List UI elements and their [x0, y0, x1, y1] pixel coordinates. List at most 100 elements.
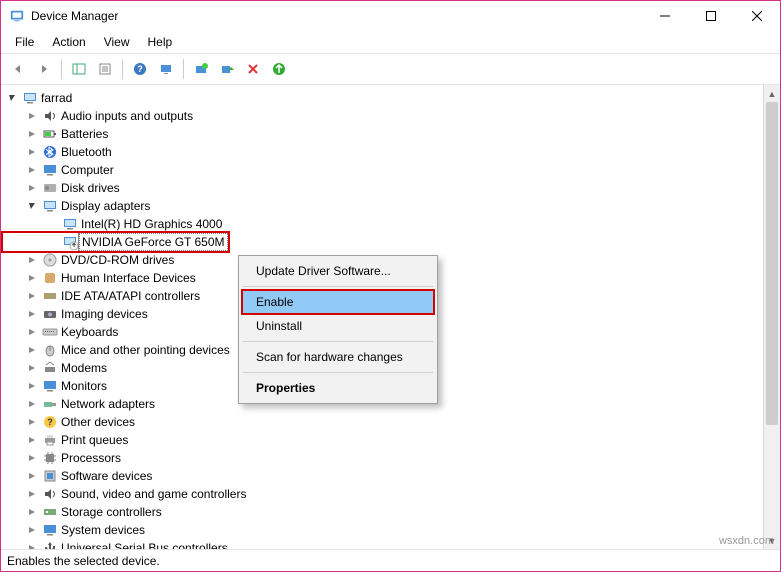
- content-area: farrad Audio inputs and outputs Batterie…: [1, 85, 780, 549]
- menu-help[interactable]: Help: [140, 33, 181, 51]
- expand-icon[interactable]: [27, 111, 41, 121]
- context-enable[interactable]: Enable: [242, 290, 434, 314]
- help-button[interactable]: ?: [129, 58, 151, 80]
- context-scan[interactable]: Scan for hardware changes: [242, 345, 434, 369]
- context-update-driver[interactable]: Update Driver Software...: [242, 259, 434, 283]
- expand-icon[interactable]: [27, 273, 41, 283]
- toolbar-separator: [122, 59, 123, 79]
- expand-icon[interactable]: [27, 255, 41, 265]
- other-icon: ?: [41, 414, 59, 430]
- tree-item-display-adapters[interactable]: Display adapters: [3, 197, 761, 215]
- tree-item-label: Mice and other pointing devices: [59, 342, 232, 358]
- tree-item-audio[interactable]: Audio inputs and outputs: [3, 107, 761, 125]
- tree-item-usb[interactable]: Universal Serial Bus controllers: [3, 539, 761, 549]
- tree-item-software[interactable]: Software devices: [3, 467, 761, 485]
- expand-icon[interactable]: [27, 309, 41, 319]
- software-icon: [41, 468, 59, 484]
- expand-icon[interactable]: [27, 129, 41, 139]
- monitor-icon: [41, 378, 59, 394]
- svg-text:?: ?: [137, 64, 143, 74]
- collapse-icon[interactable]: [27, 201, 41, 211]
- svg-text:?: ?: [47, 417, 53, 427]
- expand-icon[interactable]: [27, 399, 41, 409]
- uninstall-button[interactable]: [242, 58, 264, 80]
- tree-item-nvidia-gt650m[interactable]: NVIDIA GeForce GT 650M: [3, 233, 228, 251]
- enable-device-button[interactable]: [216, 58, 238, 80]
- processor-icon: [41, 450, 59, 466]
- menu-view[interactable]: View: [96, 33, 138, 51]
- expand-icon[interactable]: [27, 417, 41, 427]
- context-uninstall[interactable]: Uninstall: [242, 314, 434, 338]
- show-hide-tree-button[interactable]: [68, 58, 90, 80]
- tree-item-computer[interactable]: Computer: [3, 161, 761, 179]
- back-button[interactable]: [7, 58, 29, 80]
- tree-item-intel-graphics[interactable]: Intel(R) HD Graphics 4000: [3, 215, 761, 233]
- expand-icon[interactable]: [27, 471, 41, 481]
- expand-icon[interactable]: [27, 543, 41, 549]
- tree-item-label: Processors: [59, 450, 123, 466]
- tree-item-bluetooth[interactable]: Bluetooth: [3, 143, 761, 161]
- expand-icon[interactable]: [27, 507, 41, 517]
- context-menu: Update Driver Software... Enable Uninsta…: [238, 255, 438, 404]
- properties-button[interactable]: [94, 58, 116, 80]
- tree-root-label: farrad: [39, 90, 74, 106]
- minimize-button[interactable]: [642, 1, 688, 31]
- tree-item-label: Other devices: [59, 414, 137, 430]
- mouse-icon: [41, 342, 59, 358]
- expand-icon[interactable]: [27, 435, 41, 445]
- tree-item-processors[interactable]: Processors: [3, 449, 761, 467]
- tree-item-storage[interactable]: Storage controllers: [3, 503, 761, 521]
- modem-icon: [41, 360, 59, 376]
- display-disabled-icon: [61, 234, 79, 250]
- tree-item-label: Display adapters: [59, 198, 152, 214]
- device-tree[interactable]: farrad Audio inputs and outputs Batterie…: [1, 85, 763, 549]
- refresh-button[interactable]: [268, 58, 290, 80]
- tree-item-disk-drives[interactable]: Disk drives: [3, 179, 761, 197]
- tree-item-print[interactable]: Print queues: [3, 431, 761, 449]
- expand-icon[interactable]: [27, 489, 41, 499]
- expand-icon[interactable]: [27, 183, 41, 193]
- scan-hardware-button[interactable]: [155, 58, 177, 80]
- expand-icon[interactable]: [27, 363, 41, 373]
- computer-icon: [21, 90, 39, 106]
- expand-icon[interactable]: [27, 525, 41, 535]
- expand-icon[interactable]: [27, 291, 41, 301]
- menu-action[interactable]: Action: [44, 33, 93, 51]
- toolbar-separator: [61, 59, 62, 79]
- expand-icon[interactable]: [27, 327, 41, 337]
- menu-file[interactable]: File: [7, 33, 42, 51]
- expand-icon[interactable]: [27, 147, 41, 157]
- storage-icon: [41, 504, 59, 520]
- close-button[interactable]: [734, 1, 780, 31]
- vertical-scrollbar[interactable]: ▲ ▼: [763, 85, 780, 549]
- scrollbar-track[interactable]: [764, 102, 780, 532]
- window-controls: [642, 1, 780, 31]
- forward-button[interactable]: [33, 58, 55, 80]
- network-icon: [41, 396, 59, 412]
- tree-item-system[interactable]: System devices: [3, 521, 761, 539]
- scrollbar-thumb[interactable]: [766, 102, 778, 425]
- toolbar: ?: [1, 53, 780, 85]
- app-icon: [9, 8, 25, 24]
- tree-item-label: IDE ATA/ATAPI controllers: [59, 288, 202, 304]
- scroll-up-icon[interactable]: ▲: [764, 85, 780, 102]
- expand-icon[interactable]: [27, 453, 41, 463]
- tree-item-label: Storage controllers: [59, 504, 164, 520]
- maximize-button[interactable]: [688, 1, 734, 31]
- expand-icon[interactable]: [27, 345, 41, 355]
- titlebar: Device Manager: [1, 1, 780, 31]
- context-separator: [243, 372, 433, 373]
- tree-item-label: Network adapters: [59, 396, 157, 412]
- context-properties[interactable]: Properties: [242, 376, 434, 400]
- update-driver-button[interactable]: [190, 58, 212, 80]
- tree-root[interactable]: farrad: [3, 89, 761, 107]
- expand-icon[interactable]: [27, 165, 41, 175]
- tree-item-batteries[interactable]: Batteries: [3, 125, 761, 143]
- collapse-icon[interactable]: [7, 93, 21, 103]
- display-icon: [61, 216, 79, 232]
- expand-icon[interactable]: [27, 381, 41, 391]
- tree-item-label: Audio inputs and outputs: [59, 108, 195, 124]
- tree-item-label: Sound, video and game controllers: [59, 486, 248, 502]
- tree-item-sound[interactable]: Sound, video and game controllers: [3, 485, 761, 503]
- tree-item-other[interactable]: ? Other devices: [3, 413, 761, 431]
